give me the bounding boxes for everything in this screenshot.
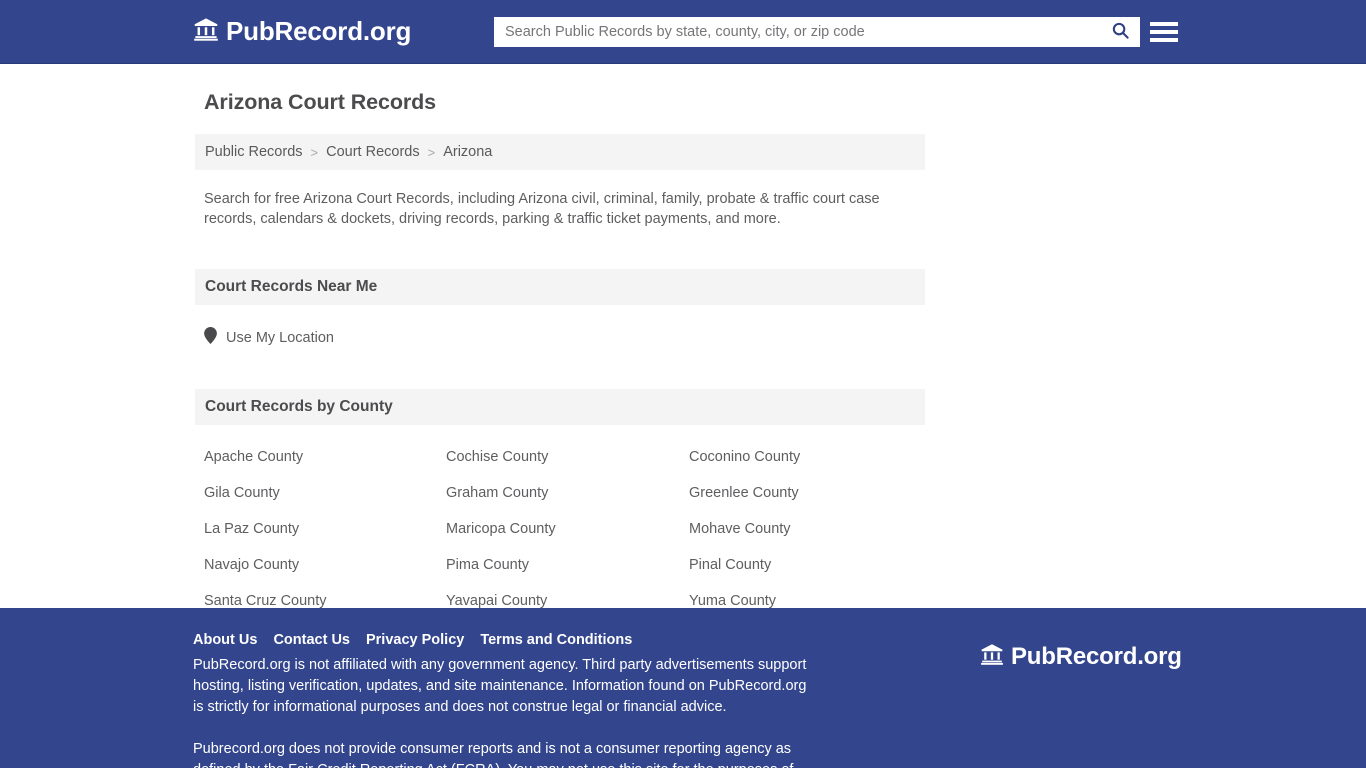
search-bar (494, 17, 1140, 47)
map-pin-icon (204, 327, 217, 349)
hamburger-menu-icon (1150, 22, 1178, 26)
search-button[interactable] (1100, 17, 1140, 47)
use-my-location-row: Use My Location (204, 327, 925, 349)
search-icon (1111, 21, 1130, 43)
section-title-by-county: Court Records by County (205, 398, 393, 415)
hamburger-menu-icon-bar (1150, 30, 1178, 34)
hamburger-menu-button[interactable] (1150, 18, 1178, 46)
footer-disclaimer-primary: PubRecord.org is not affiliated with any… (193, 657, 807, 715)
site-logo[interactable]: PubRecord.org (193, 16, 411, 47)
footer-link-about-us[interactable]: About Us (193, 632, 257, 648)
county-link[interactable]: Gila County (204, 485, 446, 502)
footer-logo-text: PubRecord.org (1011, 642, 1182, 670)
breadcrumb-separator: > (427, 144, 436, 160)
county-list: Apache County Cochise County Coconino Co… (204, 449, 925, 610)
county-link[interactable]: Apache County (204, 449, 446, 466)
breadcrumb-item-court-records[interactable]: Court Records (326, 144, 419, 160)
county-link[interactable]: Cochise County (446, 449, 689, 466)
footer-inner: About Us Contact Us Privacy Policy Terms… (193, 632, 1182, 768)
county-link[interactable]: Graham County (446, 485, 689, 502)
county-link[interactable]: Mohave County (689, 521, 934, 538)
main-content: Arizona Court Records Public Records > C… (0, 64, 1366, 610)
breadcrumb-item-public-records[interactable]: Public Records (205, 144, 303, 160)
breadcrumb-item-arizona: Arizona (443, 144, 493, 160)
site-header: PubRecord.org (0, 0, 1366, 64)
footer-link-contact-us[interactable]: Contact Us (273, 632, 350, 648)
section-header-by-county: Court Records by County (195, 389, 925, 425)
county-link[interactable]: Navajo County (204, 557, 446, 574)
bank-building-icon (193, 16, 219, 47)
page-title: Arizona Court Records (204, 90, 437, 114)
county-link[interactable]: Greenlee County (689, 485, 934, 502)
page-description: Search for free Arizona Court Records, i… (204, 191, 880, 227)
footer-link-privacy-policy[interactable]: Privacy Policy (366, 632, 464, 648)
site-footer: About Us Contact Us Privacy Policy Terms… (0, 608, 1366, 768)
footer-disclaimer-fcra: Pubrecord.org does not provide consumer … (193, 741, 793, 768)
footer-logo[interactable]: PubRecord.org (980, 642, 1182, 671)
footer-link-terms-and-conditions[interactable]: Terms and Conditions (480, 632, 632, 648)
county-link[interactable]: Pinal County (689, 557, 934, 574)
bank-building-icon (980, 642, 1004, 671)
county-link[interactable]: Coconino County (689, 449, 934, 466)
content-container: Arizona Court Records Public Records > C… (195, 90, 925, 610)
breadcrumb: Public Records > Court Records > Arizona (195, 134, 925, 170)
section-header-near-me: Court Records Near Me (195, 269, 925, 305)
hamburger-menu-icon-bar (1150, 38, 1178, 42)
county-link[interactable]: Pima County (446, 557, 689, 574)
site-logo-text: PubRecord.org (226, 16, 412, 46)
search-input[interactable] (494, 17, 1100, 47)
section-title-near-me: Court Records Near Me (205, 278, 378, 295)
breadcrumb-separator: > (310, 144, 319, 160)
county-link[interactable]: La Paz County (204, 521, 446, 538)
county-link[interactable]: Maricopa County (446, 521, 689, 538)
use-my-location-link[interactable]: Use My Location (226, 330, 334, 346)
